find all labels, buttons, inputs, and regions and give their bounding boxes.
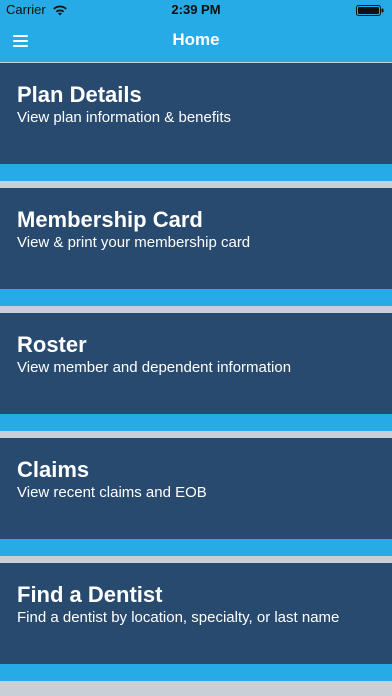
home-screen: Carrier 2:39 PM Home Plan Details View p…	[0, 0, 392, 696]
tile-subtitle: Find a dentist by location, specialty, o…	[17, 609, 340, 626]
find-a-dentist-tile[interactable]: Find a Dentist Find a dentist by locatio…	[0, 562, 392, 681]
tile-title: Roster	[17, 332, 87, 357]
tile-accent-bar	[0, 664, 392, 681]
tile-subtitle: View recent claims and EOB	[17, 484, 207, 501]
battery-icon	[356, 5, 384, 16]
tile-title: Membership Card	[17, 207, 203, 232]
tile-title: Find a Dentist	[17, 582, 163, 607]
tile-accent-bar	[0, 164, 392, 181]
roster-tile[interactable]: Roster View member and dependent informa…	[0, 312, 392, 431]
plan-details-tile[interactable]: Plan Details View plan information & ben…	[0, 62, 392, 181]
tile-accent-bar	[0, 414, 392, 431]
membership-card-tile[interactable]: Membership Card View & print your member…	[0, 187, 392, 306]
tile-subtitle: View plan information & benefits	[17, 109, 232, 126]
header: Carrier 2:39 PM Home	[0, 0, 392, 62]
tile-subtitle: View & print your membership card	[17, 234, 251, 251]
tile-accent-bar	[0, 539, 392, 556]
claims-tile[interactable]: Claims View recent claims and EOB	[0, 437, 392, 556]
tile-title: Claims	[17, 457, 90, 482]
navigation-bar: Home	[0, 20, 392, 62]
home-menu: Plan Details View plan information & ben…	[0, 62, 392, 696]
status-bar: Carrier 2:39 PM	[0, 0, 392, 20]
tile-accent-bar	[0, 289, 392, 306]
page-title: Home	[172, 30, 220, 49]
tile-subtitle: View member and dependent information	[17, 359, 292, 376]
status-time: 2:39 PM	[171, 2, 221, 17]
tile-title: Plan Details	[17, 82, 142, 107]
